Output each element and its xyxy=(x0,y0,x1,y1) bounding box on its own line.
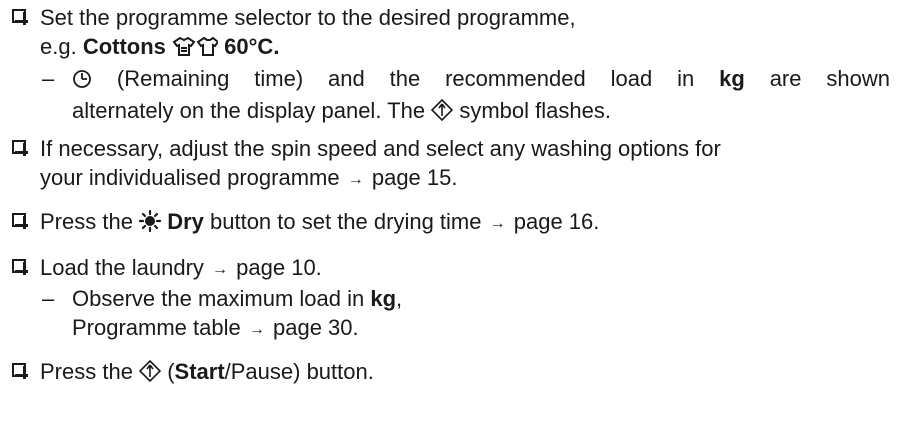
page-reference: page 16. xyxy=(513,209,600,234)
eg-prefix: e.g. xyxy=(40,34,83,59)
step-set-programme: Set the programme selector to the desire… xyxy=(12,3,892,128)
substep-text: are shown xyxy=(769,66,890,91)
checkbox-icon xyxy=(12,259,28,275)
page-reference: page 10. xyxy=(236,255,322,280)
dry-button-label: Dry xyxy=(167,209,204,234)
instruction-page: Set the programme selector to the desire… xyxy=(0,0,901,421)
substep-line2: Programme table → page 30. xyxy=(72,313,892,344)
step-text: Press the Dry button to set the drying t… xyxy=(40,207,892,239)
substep-text: symbol flashes. xyxy=(459,98,611,123)
page-reference: page 15. xyxy=(371,165,458,190)
programme-name: Cottons xyxy=(82,34,166,59)
sun-icon xyxy=(138,209,162,239)
unit-kg: kg xyxy=(719,66,745,91)
substep-text: Observe the maximum load in xyxy=(72,286,365,311)
step-load-laundry: Load the laundry → page 10. – Observe th… xyxy=(12,253,892,344)
substep-line1: (Remaining time) and the recommended loa… xyxy=(72,64,890,96)
substep-line1: Observe the maximum load in kg, xyxy=(72,284,892,313)
start-pause-icon xyxy=(138,359,162,389)
step-substep: – Observe the maximum load in kg, Progra… xyxy=(40,284,892,344)
step-text: Press the xyxy=(40,359,133,384)
page-reference: page 30. xyxy=(273,315,359,340)
substep-text: (Remaining time) and the recommended loa… xyxy=(116,66,695,91)
clock-icon xyxy=(72,67,92,96)
step-text: Set the programme selector to the desire… xyxy=(40,5,576,30)
substep-line2: alternately on the display panel. The sy… xyxy=(72,96,892,128)
dash: – xyxy=(42,286,55,311)
arrow-icon: → xyxy=(489,215,506,232)
step-text: Load the laundry → page 10. xyxy=(40,253,892,284)
checkbox-icon xyxy=(12,363,28,379)
programme-temperature: 60°C. xyxy=(224,34,280,59)
step-text: If necessary, adjust the spin speed and … xyxy=(40,136,721,161)
step-text: your individualised programme xyxy=(40,165,340,190)
cottons-shirt-icon xyxy=(172,35,220,64)
comma: , xyxy=(396,286,403,311)
arrow-icon: → xyxy=(347,171,364,188)
checkbox-icon xyxy=(12,140,28,156)
paren: ( xyxy=(167,359,175,384)
step-text-line2: your individualised programme → page 15. xyxy=(40,163,892,194)
step-text: Press the (Start/Pause) button. xyxy=(40,357,892,389)
step-text: /Pause) button. xyxy=(224,359,374,384)
arrow-icon: → xyxy=(212,261,229,278)
checkbox-icon xyxy=(12,9,28,25)
unit-kg: kg xyxy=(370,286,397,311)
dash: – xyxy=(42,66,55,91)
substep-text: alternately on the display panel. The xyxy=(72,98,426,123)
step-substep: – (Remaining time) and the recommended l… xyxy=(40,64,892,128)
step-text: Load the laundry xyxy=(40,255,204,280)
step-adjust-spin: If necessary, adjust the spin speed and … xyxy=(12,134,892,194)
start-pause-icon xyxy=(431,98,454,128)
step-press-dry: Press the Dry button to set the drying t… xyxy=(12,207,892,239)
substep-text: Programme table xyxy=(72,315,241,340)
step-text: button to set the drying time xyxy=(210,209,482,234)
start-label: Start xyxy=(174,359,225,384)
arrow-icon: → xyxy=(248,321,265,338)
step-text: Press the xyxy=(40,209,133,234)
checkbox-icon xyxy=(12,213,28,229)
step-text-line2: e.g. Cottons 60°C. xyxy=(40,32,892,64)
step-press-start: Press the (Start/Pause) button. xyxy=(12,357,892,389)
